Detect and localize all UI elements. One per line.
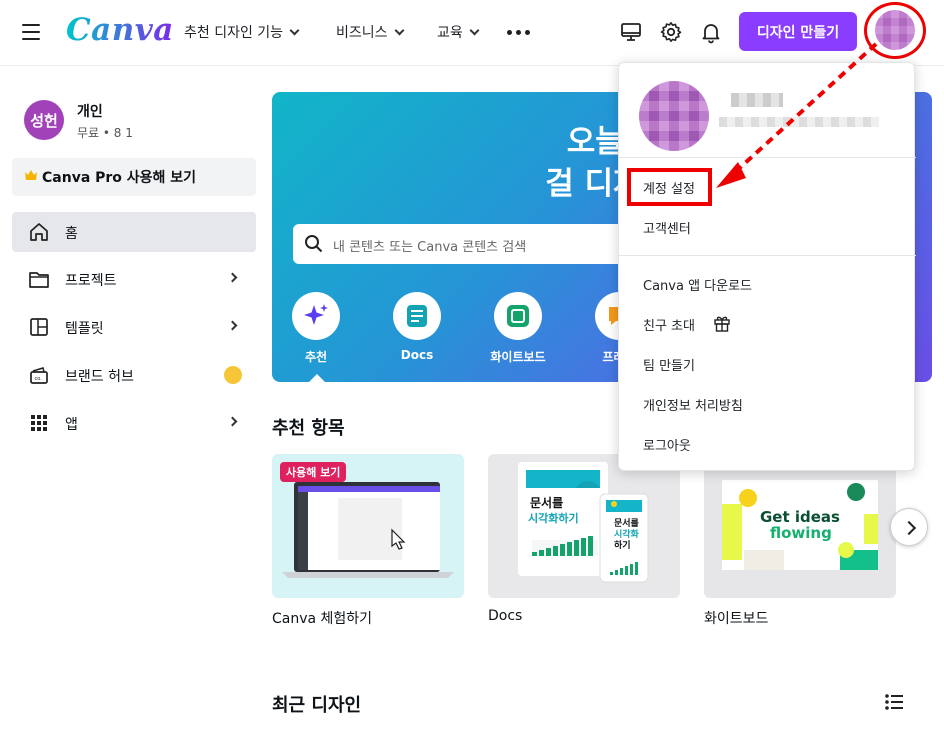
sidebar-item-brand-hub[interactable]: co. 브랜드 허브 <box>12 355 256 395</box>
nav-education-label: 교육 <box>437 25 463 41</box>
template-icon <box>30 318 48 336</box>
doc-card-small3: 하기 <box>614 541 631 551</box>
account-name[interactable]: 개인 <box>77 101 103 121</box>
nav-business-label: 비즈니스 <box>336 25 388 41</box>
dropdown-avatar <box>639 81 709 151</box>
chevron-down-icon <box>394 25 404 35</box>
category-whiteboard[interactable]: 화이트보드 <box>478 292 558 365</box>
carousel-next-button[interactable] <box>890 508 928 546</box>
category-label: Docs <box>400 348 434 362</box>
sidebar-item-home[interactable]: 홈 <box>12 212 256 252</box>
category-docs[interactable]: Docs <box>377 292 457 362</box>
docs-icon <box>407 305 427 327</box>
whiteboard-icon <box>507 305 529 327</box>
gear-icon[interactable] <box>659 20 683 44</box>
divider <box>619 157 916 158</box>
sidebar-item-label: 홈 <box>65 226 78 242</box>
doc-card-text1: 문서를 <box>530 496 564 510</box>
chevron-right-icon <box>227 416 238 427</box>
svg-text:co.: co. <box>35 376 43 382</box>
sidebar-item-label: 브랜드 허브 <box>65 369 134 385</box>
home-icon <box>30 223 48 241</box>
category-label: 화이트보드 <box>490 350 546 364</box>
annotation-box <box>627 168 712 206</box>
divider <box>619 255 916 256</box>
menu-item-logout[interactable]: 로그아웃 <box>643 435 691 454</box>
search-icon <box>305 235 323 253</box>
blurred-email <box>719 117 879 127</box>
search-placeholder: 내 콘텐츠 또는 Canva 콘텐츠 검색 <box>333 240 527 255</box>
recent-title: 최근 디자인 <box>272 695 362 716</box>
folder-icon <box>29 272 49 288</box>
more-icon[interactable] <box>507 30 530 35</box>
try-badge: 사용해 보기 <box>280 462 347 482</box>
recommended-title: 추천 항목 <box>272 418 345 439</box>
account-sub: 무료 • 8 1 <box>77 126 133 140</box>
desktop-app-icon[interactable] <box>619 20 643 44</box>
nav-business[interactable]: 비즈니스 <box>336 22 404 42</box>
card-label[interactable]: Docs <box>488 608 522 624</box>
canva-logo[interactable]: Canva <box>66 12 174 48</box>
selected-pointer <box>309 374 325 382</box>
sidebar-item-label: 앱 <box>65 417 78 433</box>
card-docs[interactable]: 문서를 시각화하기 문서를 시각화 하기 <box>488 454 680 598</box>
whiteboard-text2: flowing <box>770 524 832 542</box>
card-canva-trial[interactable]: 사용해 보기 <box>272 454 464 598</box>
card-whiteboard[interactable]: Get ideas flowing <box>704 454 896 598</box>
sidebar-item-templates[interactable]: 템플릿 <box>12 307 256 347</box>
menu-item-help-center[interactable]: 고객센터 <box>643 218 691 237</box>
apps-grid-icon <box>31 415 47 431</box>
menu-item-label: 친구 초대 <box>643 319 695 334</box>
sidebar-item-apps[interactable]: 앱 <box>12 403 256 443</box>
menu-item-privacy-policy[interactable]: 개인정보 처리방침 <box>643 395 743 414</box>
chevron-right-icon <box>227 320 238 331</box>
account-dropdown: 계정 설정 고객센터 Canva 앱 다운로드 친구 초대 팀 만들기 개인정보… <box>618 62 916 471</box>
nav-education[interactable]: 교육 <box>437 22 480 42</box>
bell-icon[interactable] <box>699 20 723 44</box>
account-avatar[interactable]: 성헌 <box>24 100 64 140</box>
list-view-icon[interactable] <box>885 694 903 710</box>
category-for-you[interactable]: 추천 <box>276 292 356 365</box>
blurred-name <box>731 93 783 107</box>
sidebar-item-label: 프로젝트 <box>65 273 117 289</box>
crown-icon <box>25 170 37 180</box>
menu-item-create-team[interactable]: 팀 만들기 <box>643 355 695 374</box>
doc-card-text2: 시각화하기 <box>528 512 579 525</box>
crown-icon <box>224 366 242 384</box>
annotation-circle <box>864 2 926 59</box>
create-design-button[interactable]: 디자인 만들기 <box>739 12 857 51</box>
nav-featured-label: 추천 디자인 기능 <box>184 25 284 41</box>
category-label: 추천 <box>304 350 328 364</box>
docs-illustration <box>518 462 649 583</box>
canva-home-page: Canva 추천 디자인 기능 비즈니스 교육 디자인 만들기 성헌 개인 무료… <box>0 0 944 737</box>
sidebar-item-projects[interactable]: 프로젝트 <box>12 259 256 299</box>
try-pro-button[interactable]: Canva Pro 사용해 보기 <box>12 158 256 196</box>
chevron-down-icon <box>289 25 300 35</box>
chevron-right-icon <box>227 272 238 283</box>
top-bar: Canva 추천 디자인 기능 비즈니스 교육 디자인 만들기 <box>0 0 944 66</box>
gift-icon <box>714 316 730 332</box>
card-label[interactable]: Canva 체험하기 <box>272 608 372 628</box>
chevron-down-icon <box>469 25 480 35</box>
menu-item-invite-friends[interactable]: 친구 초대 <box>643 315 730 334</box>
menu-icon[interactable] <box>22 24 40 40</box>
brand-icon: co. <box>30 367 48 384</box>
card-label[interactable]: 화이트보드 <box>704 608 768 628</box>
sparkle-icon <box>304 304 328 325</box>
nav-featured[interactable]: 추천 디자인 기능 <box>184 22 300 42</box>
try-pro-label: Canva Pro 사용해 보기 <box>42 170 197 186</box>
menu-item-download-app[interactable]: Canva 앱 다운로드 <box>643 275 752 294</box>
sidebar-item-label: 템플릿 <box>65 321 104 337</box>
